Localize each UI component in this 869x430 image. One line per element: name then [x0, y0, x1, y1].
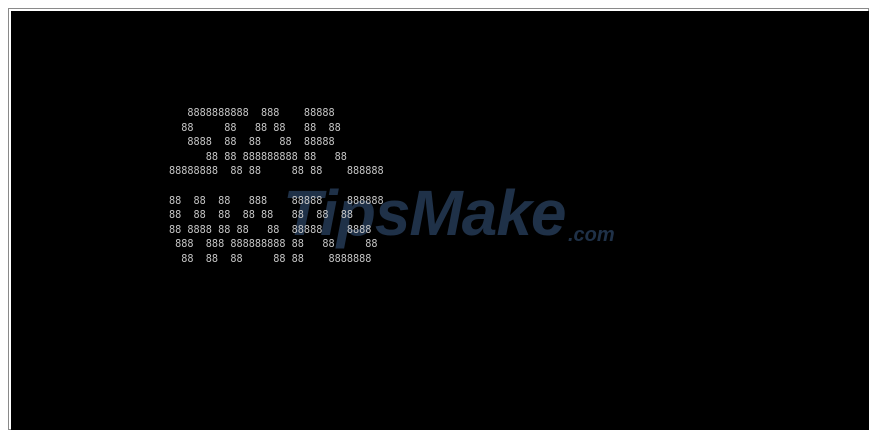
console-window[interactable]: TipsMake .com 8888888888 888 88888 88 88…: [11, 11, 869, 430]
ascii-line: 8888 88 88 88 88888: [169, 137, 335, 149]
ascii-line: 88888888 88 88 88 88 888888: [169, 166, 384, 178]
ascii-art-output: 8888888888 888 88888 88 88 88 88 88 88 8…: [169, 107, 384, 268]
ascii-line: 88 88 888888888 88 88: [169, 151, 347, 163]
ascii-line: 888 888 888888888 88 88 88: [169, 239, 378, 251]
watermark-suffix-text: .com: [568, 224, 615, 246]
ascii-line: 8888888888 888 88888: [169, 108, 335, 119]
ascii-line: 88 88 88 88 88 8888888: [169, 253, 372, 265]
ascii-line: 88 88 88 88 88 88: [169, 122, 341, 134]
ascii-line: 88 88 88 88 88 88 88 88: [169, 210, 354, 222]
ascii-line: 88 88 88 888 88888 888888: [169, 195, 384, 207]
ascii-line: 88 8888 88 88 88 88888 8888: [169, 224, 372, 236]
